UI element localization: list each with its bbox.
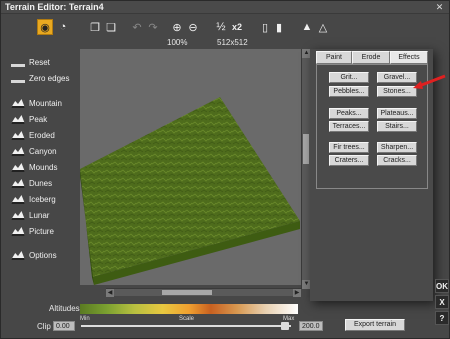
annotation-arrow-icon xyxy=(413,74,446,89)
effect-stairs-button[interactable]: Stairs... xyxy=(377,121,417,132)
clip-max-field[interactable]: 200.0 xyxy=(299,321,323,331)
effect-pebbles-button[interactable]: Pebbles... xyxy=(329,86,369,97)
preset-lunar[interactable]: Lunar xyxy=(11,208,49,222)
zoom-in-icon[interactable]: ⊕ xyxy=(169,19,185,35)
viewport-vertical-scrollbar[interactable]: ▲ ▼ xyxy=(301,49,311,289)
preset-label: Options xyxy=(29,250,57,260)
toolbar: ◉ ◔ ❐ ❏ ↶ ↷ ⊕ ⊖ 100% ½ x2 512x512 ▯ ▮ ▲ … xyxy=(1,15,449,49)
scroll-right-icon[interactable]: ▶ xyxy=(293,289,301,297)
terrain-surface xyxy=(80,97,300,277)
copy-icon[interactable]: ❐ xyxy=(87,19,103,35)
half-resolution-icon[interactable]: ½ xyxy=(213,19,229,35)
reset-icon xyxy=(11,64,25,67)
preset-label: Zero edges xyxy=(29,73,70,83)
tab-paint[interactable]: Paint xyxy=(316,51,352,64)
preset-label: Eroded xyxy=(29,130,55,140)
effect-cracks-button[interactable]: Cracks... xyxy=(377,155,417,166)
altitude-gradient-bar[interactable] xyxy=(80,304,298,314)
clip-row: Clip 0.00 200.0 xyxy=(1,321,331,333)
preset-reset[interactable]: Reset xyxy=(11,55,50,69)
terrain-render-icon[interactable]: ▲ xyxy=(299,19,315,35)
preset-label: Mounds xyxy=(29,162,58,172)
preset-label: Canyon xyxy=(29,146,57,156)
clip-slider-handle[interactable] xyxy=(281,322,289,330)
viewport-horizontal-scrollbar[interactable]: ◀ ▶ xyxy=(106,288,301,297)
preset-dunes[interactable]: Dunes xyxy=(11,176,52,190)
resolution-label: 512x512 xyxy=(217,38,248,47)
preset-options[interactable]: Options xyxy=(11,248,57,262)
effect-grit-button[interactable]: Grit... xyxy=(329,72,369,83)
preset-label: Picture xyxy=(29,226,54,236)
tool-tabs: Paint Erode Effects xyxy=(316,51,428,64)
preset-eroded[interactable]: Eroded xyxy=(11,128,55,142)
preset-zero-edges[interactable]: Zero edges xyxy=(11,71,69,85)
effect-fir-trees-button[interactable]: Fir trees... xyxy=(329,142,369,153)
picture-icon xyxy=(11,227,25,236)
double-resolution-button[interactable]: x2 xyxy=(229,19,245,35)
scroll-thumb[interactable] xyxy=(162,290,212,295)
terrain-presets-panel: Reset Zero edges Mountain Peak Eroded Ca… xyxy=(1,49,81,269)
view-options-icon[interactable]: ◔ xyxy=(55,19,71,35)
close-icon[interactable]: ✕ xyxy=(434,2,445,12)
tab-effects[interactable]: Effects xyxy=(390,51,428,64)
effect-peaks-button[interactable]: Peaks... xyxy=(329,108,369,119)
clip-slider-track[interactable] xyxy=(81,325,291,327)
preset-picture[interactable]: Picture xyxy=(11,224,54,238)
effect-stones-button[interactable]: Stones... xyxy=(377,86,417,97)
terrain-render xyxy=(80,97,300,285)
mounds-icon xyxy=(11,163,25,172)
terrain-3d-viewport[interactable] xyxy=(80,49,301,285)
title-bar: Terrain Editor: Terrain4 ✕ xyxy=(1,1,449,14)
altitudes-label: Altitudes xyxy=(49,304,80,313)
zero-edges-icon xyxy=(11,80,25,83)
effect-gravel-button[interactable]: Gravel... xyxy=(377,72,417,83)
preset-canyon[interactable]: Canyon xyxy=(11,144,57,158)
scroll-thumb[interactable] xyxy=(303,134,309,164)
preset-label: Dunes xyxy=(29,178,53,188)
cancel-button[interactable]: X xyxy=(435,295,449,309)
undo-icon[interactable]: ↶ xyxy=(129,19,145,35)
eroded-icon xyxy=(11,131,25,140)
clip-min-field[interactable]: 0.00 xyxy=(53,321,75,331)
window-title: Terrain Editor: Terrain4 xyxy=(5,2,104,12)
preset-label: Mountain xyxy=(29,98,62,108)
effect-craters-button[interactable]: Craters... xyxy=(329,155,369,166)
preset-label: Iceberg xyxy=(29,194,56,204)
effect-sharpen-button[interactable]: Sharpen... xyxy=(377,142,417,153)
preset-iceberg[interactable]: Iceberg xyxy=(11,192,56,206)
iceberg-icon xyxy=(11,195,25,204)
redo-icon[interactable]: ↷ xyxy=(145,19,161,35)
tab-erode[interactable]: Erode xyxy=(352,51,390,64)
canyon-icon xyxy=(11,147,25,156)
preset-label: Lunar xyxy=(29,210,50,220)
zoom-level: 100% xyxy=(167,38,188,47)
preset-mounds[interactable]: Mounds xyxy=(11,160,57,174)
effects-tab-panel: Grit... Gravel... Pebbles... Stones... P… xyxy=(316,64,428,189)
paste-icon[interactable]: ❏ xyxy=(103,19,119,35)
peak-icon xyxy=(11,115,25,124)
ok-button[interactable]: OK xyxy=(435,279,449,293)
terrain-editor-window: Terrain Editor: Terrain4 ✕ ◉ ◔ ❐ ❏ ↶ ↷ ⊕… xyxy=(0,0,450,339)
clip-label: Clip xyxy=(37,322,51,331)
view-eye-icon[interactable]: ◉ xyxy=(37,19,53,35)
mountain-icon xyxy=(11,99,25,108)
preset-label: Reset xyxy=(29,57,50,67)
export-terrain-button[interactable]: Export terrain xyxy=(345,319,405,331)
options-icon xyxy=(11,251,25,260)
effect-terraces-button[interactable]: Terraces... xyxy=(329,121,369,132)
preset-peak[interactable]: Peak xyxy=(11,112,47,126)
terrain-mask-icon[interactable]: △ xyxy=(315,19,331,35)
preset-label: Peak xyxy=(29,114,48,124)
altitudes-row: Altitudes xyxy=(1,304,301,316)
zoom-out-icon[interactable]: ⊖ xyxy=(185,19,201,35)
dunes-icon xyxy=(11,179,25,188)
export-icon[interactable]: ▮ xyxy=(271,19,287,35)
effect-plateaus-button[interactable]: Plateaus... xyxy=(377,108,417,119)
preset-mountain[interactable]: Mountain xyxy=(11,96,62,110)
lunar-icon xyxy=(11,211,25,220)
scroll-left-icon[interactable]: ◀ xyxy=(106,289,114,297)
help-button[interactable]: ? xyxy=(435,311,449,325)
